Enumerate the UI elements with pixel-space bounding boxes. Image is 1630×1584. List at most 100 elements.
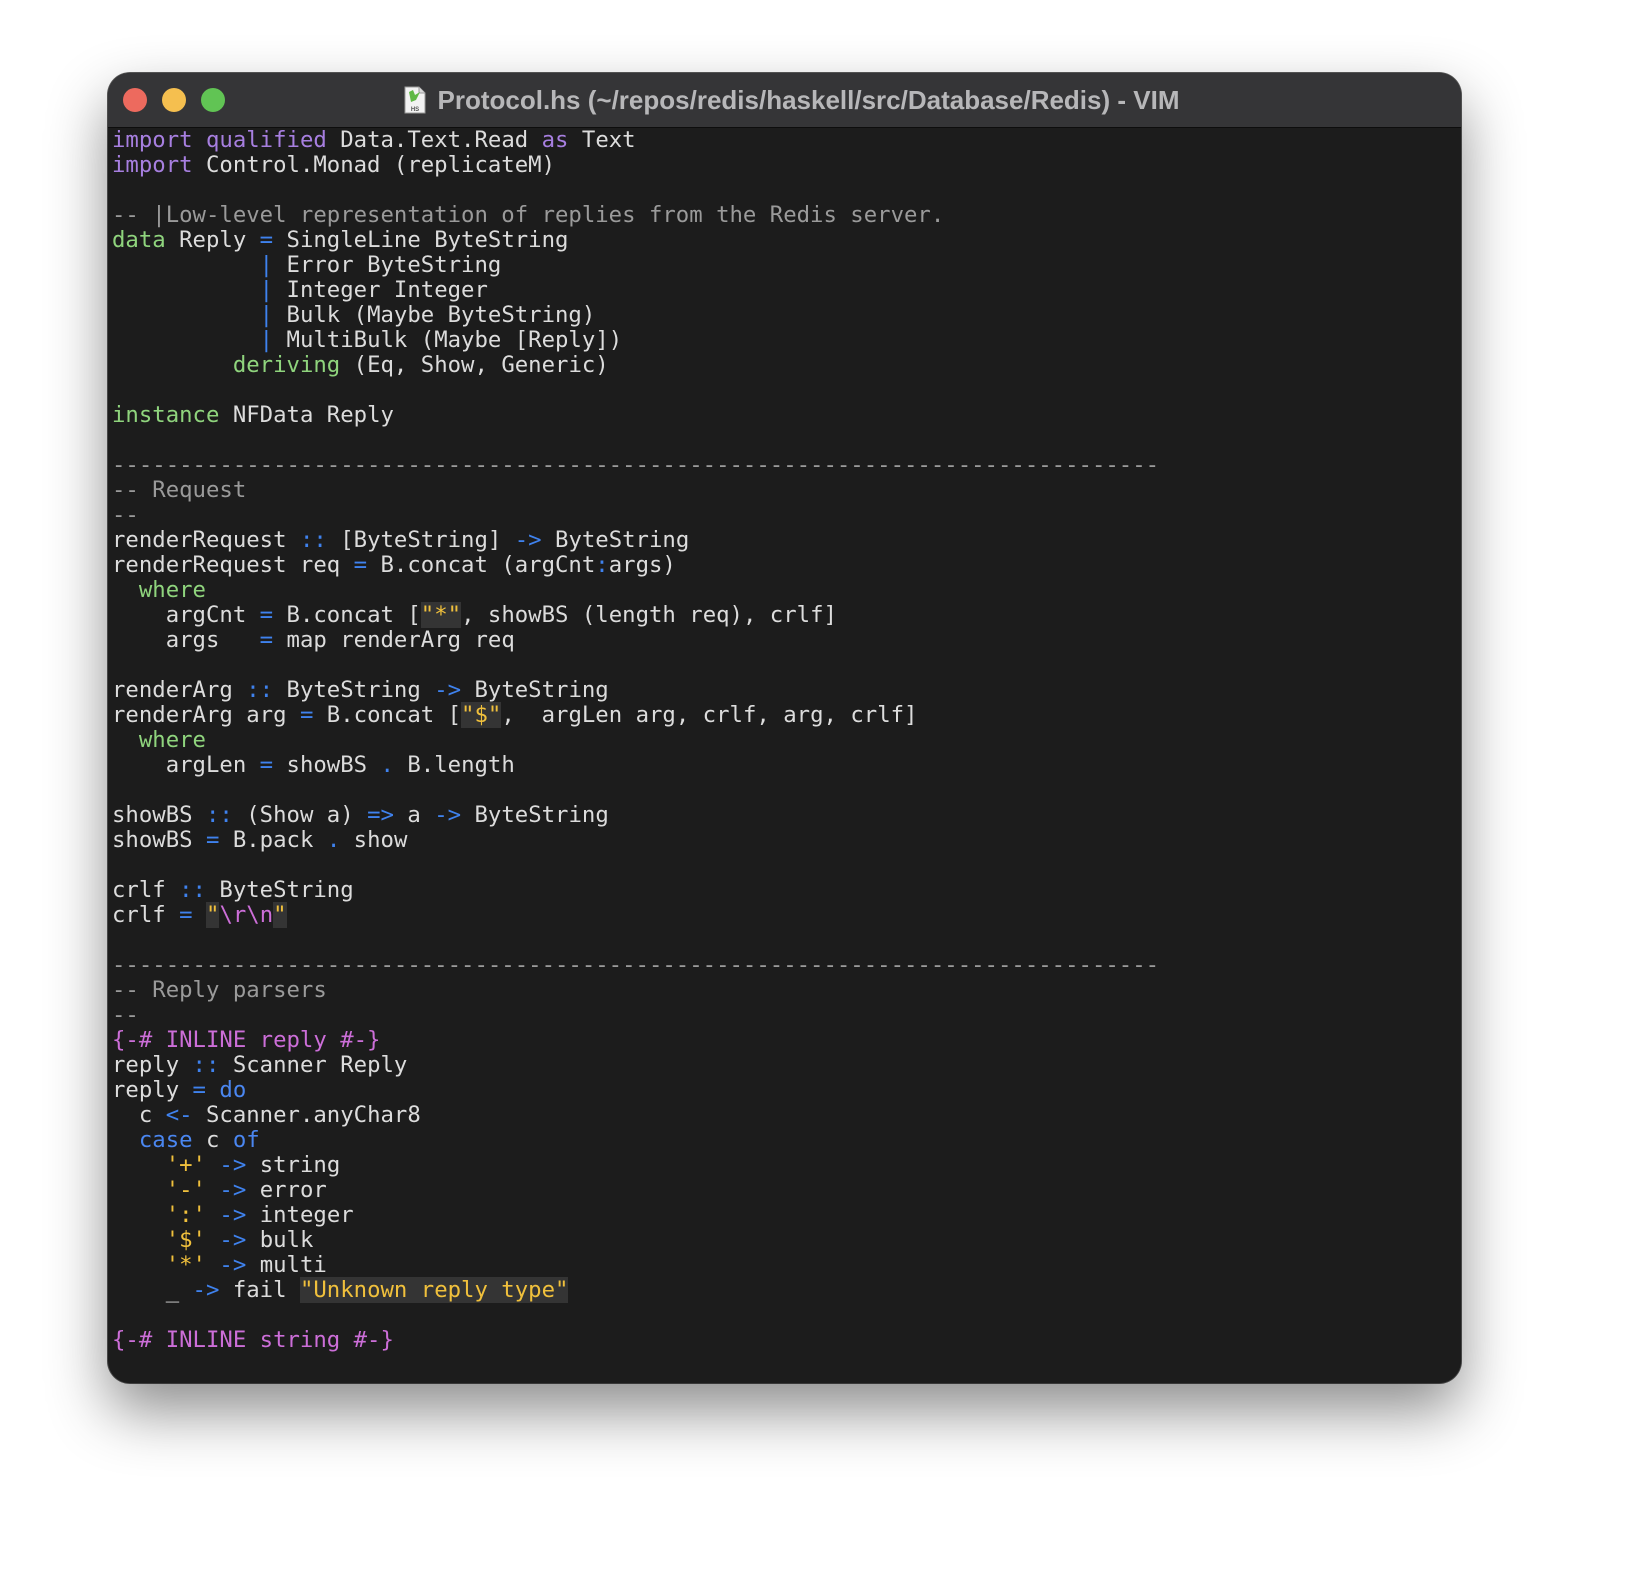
- code-line[interactable]: | Error ByteString: [112, 253, 1461, 278]
- code-line[interactable]: {-# INLINE string #-}: [112, 1328, 1461, 1353]
- code-line[interactable]: crlf :: ByteString: [112, 878, 1461, 903]
- code-token: ByteString: [461, 677, 609, 703]
- code-line[interactable]: where: [112, 578, 1461, 603]
- code-line[interactable]: '+' -> string: [112, 1153, 1461, 1178]
- code-token: Scanner.anyChar8: [192, 1102, 421, 1128]
- code-token: Control.Monad (replicateM): [192, 152, 555, 178]
- code-token: -- |Low-level representation of replies …: [112, 202, 945, 228]
- code-line[interactable]: '*' -> multi: [112, 1253, 1461, 1278]
- code-token: args: [112, 627, 260, 653]
- code-line[interactable]: [112, 378, 1461, 403]
- code-line[interactable]: --: [112, 503, 1461, 528]
- code-line[interactable]: [112, 428, 1461, 453]
- code-token: |: [259, 252, 274, 278]
- code-line[interactable]: reply = do: [112, 1078, 1461, 1103]
- code-token: '+': [165, 1152, 206, 1178]
- code-line[interactable]: argCnt = B.concat ["*", showBS (length r…: [112, 602, 1461, 628]
- code-token: ->: [434, 802, 462, 828]
- code-line[interactable]: reply :: Scanner Reply: [112, 1053, 1461, 1078]
- code-token: =: [259, 627, 274, 653]
- code-line[interactable]: instance NFData Reply: [112, 403, 1461, 428]
- code-line[interactable]: crlf = "\r\n": [112, 902, 1461, 928]
- code-line[interactable]: '-' -> error: [112, 1178, 1461, 1203]
- code-token: ": [273, 902, 287, 928]
- code-line[interactable]: import Control.Monad (replicateM): [112, 153, 1461, 178]
- code-token: (Eq, Show, Generic): [340, 352, 609, 378]
- code-token: ->: [219, 1177, 247, 1203]
- code-token: =: [353, 552, 368, 578]
- code-token: _: [112, 1277, 193, 1303]
- code-token: =>: [367, 802, 394, 828]
- code-token: .: [380, 752, 394, 778]
- code-line[interactable]: c <- Scanner.anyChar8: [112, 1103, 1461, 1128]
- code-token: (Show a): [232, 802, 368, 828]
- code-token: :: [595, 552, 609, 578]
- code-line[interactable]: ----------------------------------------…: [112, 953, 1461, 978]
- code-token: ----------------------------------------…: [112, 952, 1160, 978]
- code-line[interactable]: showBS = B.pack . show: [112, 828, 1461, 853]
- code-line[interactable]: [112, 653, 1461, 678]
- code-line[interactable]: renderRequest req = B.concat (argCnt:arg…: [112, 553, 1461, 578]
- code-line[interactable]: {-# INLINE reply #-}: [112, 1028, 1461, 1053]
- code-token: B.length: [393, 752, 515, 778]
- window-title-container: HS Protocol.hs (~/repos/redis/haskell/sr…: [108, 73, 1461, 127]
- code-line[interactable]: showBS :: (Show a) => a -> ByteString: [112, 803, 1461, 828]
- code-line[interactable]: -- Request: [112, 478, 1461, 503]
- code-token: "*": [420, 602, 462, 628]
- code-token: '$': [165, 1227, 206, 1253]
- code-line[interactable]: | MultiBulk (Maybe [Reply]): [112, 328, 1461, 353]
- haskell-file-icon: HS: [404, 86, 426, 114]
- code-line[interactable]: [112, 1303, 1461, 1328]
- code-line[interactable]: data Reply = SingleLine ByteString: [112, 228, 1461, 253]
- code-token: crlf: [112, 902, 180, 928]
- code-token: {-# INLINE string #-}: [112, 1327, 394, 1353]
- code-token: string: [246, 1152, 341, 1178]
- code-line[interactable]: [112, 853, 1461, 878]
- code-line[interactable]: -- |Low-level representation of replies …: [112, 203, 1461, 228]
- code-token: ::: [192, 1052, 220, 1078]
- code-token: data: [112, 227, 166, 253]
- code-line[interactable]: [112, 778, 1461, 803]
- code-token: NFData Reply: [219, 402, 394, 428]
- code-line[interactable]: _ -> fail "Unknown reply type": [112, 1277, 1461, 1303]
- code-token: renderArg arg: [112, 702, 300, 728]
- code-line[interactable]: case c of: [112, 1128, 1461, 1153]
- code-line[interactable]: [112, 178, 1461, 203]
- code-line[interactable]: | Integer Integer: [112, 278, 1461, 303]
- code-line[interactable]: ----------------------------------------…: [112, 453, 1461, 478]
- code-token: where: [138, 577, 206, 603]
- code-token: -- Request: [112, 477, 247, 503]
- code-line[interactable]: import qualified Data.Text.Read as Text: [112, 128, 1461, 153]
- code-line[interactable]: --: [112, 1003, 1461, 1028]
- code-editor[interactable]: import qualified Data.Text.Read as Text i…: [112, 128, 1461, 1383]
- code-line[interactable]: where: [112, 728, 1461, 753]
- code-line[interactable]: renderArg :: ByteString -> ByteString: [112, 678, 1461, 703]
- code-token: Reply: [165, 227, 260, 253]
- code-line[interactable]: [112, 928, 1461, 953]
- title-bar[interactable]: HS Protocol.hs (~/repos/redis/haskell/sr…: [108, 73, 1461, 128]
- code-line[interactable]: ':' -> integer: [112, 1203, 1461, 1228]
- code-line[interactable]: deriving (Eq, Show, Generic): [112, 353, 1461, 378]
- code-token: args): [608, 552, 676, 578]
- code-line[interactable]: | Bulk (Maybe ByteString): [112, 303, 1461, 328]
- code-line[interactable]: argLen = showBS . B.length: [112, 753, 1461, 778]
- code-line[interactable]: renderArg arg = B.concat ["$", argLen ar…: [112, 702, 1461, 728]
- code-token: integer: [246, 1202, 354, 1228]
- code-token: error: [246, 1177, 327, 1203]
- code-token: Text: [568, 127, 636, 153]
- code-line[interactable]: args = map renderArg req: [112, 628, 1461, 653]
- code-line[interactable]: '$' -> bulk: [112, 1228, 1461, 1253]
- code-line[interactable]: renderRequest :: [ByteString] -> ByteStr…: [112, 528, 1461, 553]
- code-token: ::: [299, 527, 327, 553]
- code-token: |: [259, 277, 274, 303]
- code-token: {-# INLINE reply #-}: [112, 1027, 381, 1053]
- code-token: '-': [165, 1177, 206, 1203]
- code-line[interactable]: -- Reply parsers: [112, 978, 1461, 1003]
